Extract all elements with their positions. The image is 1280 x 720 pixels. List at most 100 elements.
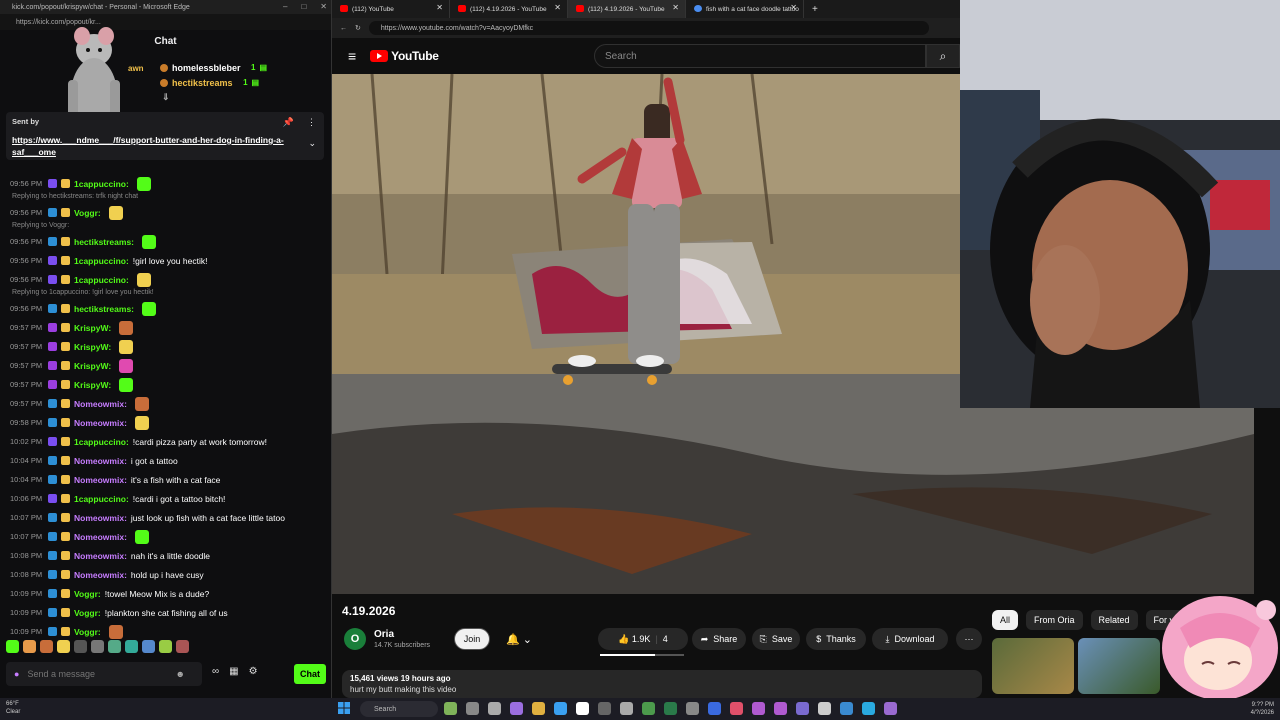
- message-username[interactable]: Nomeowmix:: [74, 399, 127, 409]
- app-icon[interactable]: [774, 702, 787, 715]
- message-username[interactable]: 1cappuccino:: [74, 275, 129, 285]
- message-username[interactable]: KrispyW:: [74, 361, 111, 371]
- chip-related[interactable]: Related: [1090, 610, 1138, 630]
- notification-bell-button[interactable]: 🔔 ⌄: [500, 628, 538, 650]
- leaderboard-entry[interactable]: hectikstreams 1 ▤: [160, 75, 267, 90]
- chat-message[interactable]: 09:57 PM KrispyW:: [10, 337, 328, 356]
- chat-message[interactable]: 10:09 PM Voggr: !towel Meow Mix is a dude?: [10, 584, 328, 603]
- points-icon[interactable]: ∞: [212, 666, 219, 677]
- edge-icon[interactable]: [862, 702, 875, 715]
- chat-message[interactable]: 10:09 PM Voggr:: [10, 622, 328, 641]
- emote-icon[interactable]: [40, 640, 53, 653]
- message-username[interactable]: KrispyW:: [74, 323, 111, 333]
- leaderboard-entry[interactable]: homelessbleber 1 ▤: [160, 60, 267, 75]
- message-username[interactable]: 1cappuccino:: [74, 437, 129, 447]
- message-username[interactable]: Nomeowmix:: [74, 456, 127, 466]
- emote-icon[interactable]: [23, 640, 36, 653]
- app-icon[interactable]: [730, 702, 743, 715]
- emote-icon[interactable]: [74, 640, 87, 653]
- app-icon[interactable]: [642, 702, 655, 715]
- chat-message[interactable]: 09:57 PM KrispyW:: [10, 356, 328, 375]
- chat-message[interactable]: 09:57 PM KrispyW:: [10, 375, 328, 394]
- pinned-link[interactable]: https://www.___ndme___/f/support-butter-…: [12, 134, 292, 158]
- search-input[interactable]: Search: [594, 44, 926, 68]
- app-icon[interactable]: [708, 702, 721, 715]
- chat-message[interactable]: 09:58 PM Nomeowmix:: [10, 413, 328, 432]
- chat-message[interactable]: 10:09 PM Voggr: !plankton she cat fishing …: [10, 603, 328, 622]
- chat-message[interactable]: 10:08 PM Nomeowmix: nah it's a little dood…: [10, 546, 328, 565]
- app-icon[interactable]: [598, 702, 611, 715]
- close-tab-icon[interactable]: ✕: [790, 3, 797, 12]
- message-username[interactable]: hectikstreams:: [74, 237, 134, 247]
- windows-start-icon[interactable]: [338, 702, 350, 714]
- taskbar-search[interactable]: Search: [360, 701, 438, 717]
- download-button[interactable]: ⤓ Download: [872, 628, 948, 650]
- chevron-down-icon[interactable]: ⌄: [308, 138, 316, 149]
- address-bar[interactable]: https://www.youtube.com/watch?v=AacyoyDM…: [368, 21, 929, 35]
- browser-tab-active[interactable]: (112) 4.19.2026 - YouTube ✕: [568, 0, 686, 18]
- emote-icon[interactable]: [159, 640, 172, 653]
- message-username[interactable]: Nomeowmix:: [74, 570, 127, 580]
- chat-message[interactable]: 10:06 PM 1cappuccino: !cardi i got a tatto…: [10, 489, 328, 508]
- chrome-icon[interactable]: [576, 702, 589, 715]
- recommended-video-thumbnail[interactable]: [992, 638, 1074, 694]
- chat-send-button[interactable]: Chat: [294, 664, 326, 684]
- app-icon[interactable]: [444, 702, 457, 715]
- menu-icon[interactable]: ≡: [348, 48, 356, 64]
- message-username[interactable]: 1cappuccino:: [74, 256, 129, 266]
- dislike-button[interactable]: 4: [663, 634, 668, 644]
- browser-tab[interactable]: fish with a cat face doodle tattoo ✕: [686, 0, 804, 18]
- chat-message[interactable]: 09:56 PM Voggr:: [10, 203, 328, 222]
- message-username[interactable]: KrispyW:: [74, 342, 111, 352]
- description-box[interactable]: 15,461 views 19 hours ago hurt my butt m…: [342, 670, 982, 698]
- message-username[interactable]: Nomeowmix:: [74, 551, 127, 561]
- app-icon[interactable]: [510, 702, 523, 715]
- chat-message[interactable]: 10:07 PM Nomeowmix:: [10, 527, 328, 546]
- app-icon[interactable]: [884, 702, 897, 715]
- pin-icon[interactable]: 📌: [283, 117, 294, 128]
- minimize-icon[interactable]: –: [283, 2, 287, 11]
- app-icon[interactable]: [488, 702, 501, 715]
- channel-name[interactable]: Oria: [374, 629, 394, 640]
- emoji-picker-icon[interactable]: ☻: [175, 669, 184, 679]
- close-icon[interactable]: ✕: [320, 2, 327, 11]
- app-icon[interactable]: [554, 702, 567, 715]
- emote-icon[interactable]: [91, 640, 104, 653]
- message-username[interactable]: KrispyW:: [74, 380, 111, 390]
- message-username[interactable]: Nomeowmix:: [74, 513, 127, 523]
- message-username[interactable]: Voggr:: [74, 627, 101, 637]
- join-button[interactable]: Join: [454, 628, 490, 650]
- app-icon[interactable]: [466, 702, 479, 715]
- emote-icon[interactable]: [142, 640, 155, 653]
- chat-message[interactable]: 10:07 PM Nomeowmix: just look up fish with…: [10, 508, 328, 527]
- app-icon[interactable]: [752, 702, 765, 715]
- app-icon[interactable]: [620, 702, 633, 715]
- message-username[interactable]: Voggr:: [74, 608, 101, 618]
- chat-message[interactable]: 09:56 PM 1cappuccino:: [10, 270, 328, 289]
- refresh-icon[interactable]: ↻: [355, 24, 361, 32]
- share-button[interactable]: ➦ Share: [692, 628, 746, 650]
- chat-message[interactable]: 09:57 PM KrispyW:: [10, 318, 328, 337]
- chat-message[interactable]: 09:57 PM Nomeowmix:: [10, 394, 328, 413]
- more-actions-button[interactable]: ⋯: [956, 628, 982, 650]
- app-icon[interactable]: [532, 702, 545, 715]
- weather-widget[interactable]: 66°F Clear: [6, 700, 20, 716]
- message-username[interactable]: 1cappuccino:: [74, 494, 129, 504]
- close-tab-icon[interactable]: ✕: [554, 3, 561, 12]
- close-tab-icon[interactable]: ✕: [672, 3, 679, 12]
- maximize-icon[interactable]: □: [301, 2, 306, 11]
- emote-icon[interactable]: [176, 640, 189, 653]
- settings-icon[interactable]: ⚙: [249, 666, 258, 677]
- emote-icon[interactable]: [125, 640, 138, 653]
- app-icon[interactable]: [686, 702, 699, 715]
- system-clock[interactable]: 9:?? PM 4/?/2026: [1251, 701, 1274, 717]
- chip-from-oria[interactable]: From Oria: [1026, 610, 1083, 630]
- message-username[interactable]: hectikstreams:: [74, 304, 134, 314]
- chat-message[interactable]: 09:56 PM hectikstreams:: [10, 232, 328, 251]
- store-icon[interactable]: ▦: [229, 666, 238, 677]
- back-icon[interactable]: ←: [340, 25, 347, 32]
- message-username[interactable]: Nomeowmix:: [74, 475, 127, 485]
- emote-icon[interactable]: [108, 640, 121, 653]
- channel-avatar[interactable]: O: [344, 628, 366, 650]
- message-username[interactable]: Voggr:: [74, 589, 101, 599]
